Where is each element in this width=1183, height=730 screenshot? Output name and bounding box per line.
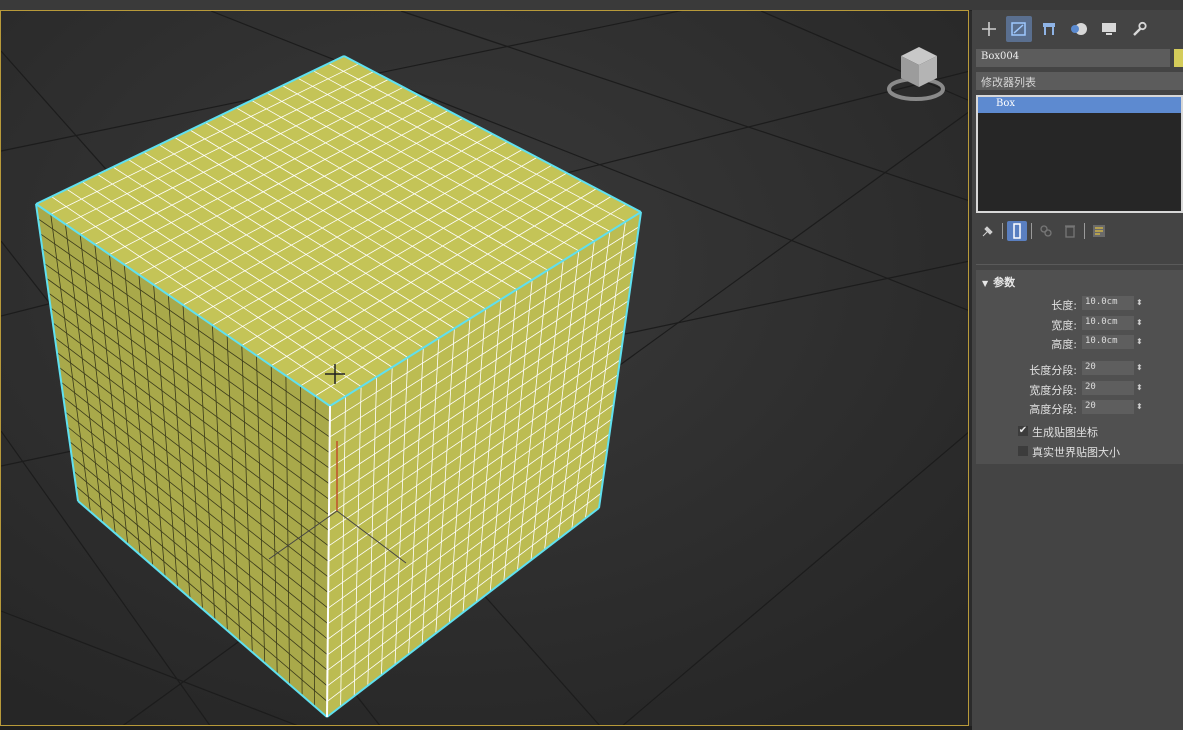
height-segs-label: 高度分段: <box>1029 403 1077 416</box>
checkbox-checked-icon: ✔ <box>1018 425 1028 436</box>
checkbox-unchecked-icon <box>1018 446 1028 456</box>
panel-divider <box>976 264 1183 265</box>
length-label: 长度: <box>1051 299 1077 312</box>
configure-sets-icon <box>1093 225 1105 237</box>
toolbar-separator <box>1031 223 1032 239</box>
motion-icon <box>1071 23 1087 35</box>
pin-stack-button[interactable] <box>978 221 998 241</box>
show-end-result-button[interactable] <box>1007 221 1027 241</box>
height-input[interactable]: 10.0cm <box>1082 335 1134 349</box>
motion-tab[interactable] <box>1066 16 1092 42</box>
modifier-list-dropdown[interactable]: 修改器列表 <box>976 72 1183 90</box>
stack-item-box[interactable]: Box <box>978 97 1181 113</box>
perspective-viewport[interactable] <box>0 10 969 726</box>
make-unique-icon <box>1040 225 1052 237</box>
show-end-result-icon <box>1013 223 1021 239</box>
length-segs-label: 长度分段: <box>1029 364 1077 377</box>
viewport-canvas[interactable] <box>1 11 969 726</box>
parameters-header[interactable]: ▼ 参数 <box>982 274 1015 290</box>
length-segs-input[interactable]: 20 <box>1082 361 1134 375</box>
hierarchy-tab[interactable] <box>1036 16 1062 42</box>
real-world-label: 真实世界贴图大小 <box>1032 446 1120 459</box>
pin-stack-icon <box>982 226 993 237</box>
modify-icon <box>1011 22 1026 36</box>
create-tab[interactable] <box>976 16 1002 42</box>
length-segs-spinner-icon[interactable]: ⬍ <box>1136 361 1144 375</box>
object-name-field[interactable]: Box004 <box>976 49 1170 67</box>
height-segs-spinner-icon[interactable]: ⬍ <box>1136 400 1144 414</box>
command-panel: Box004 修改器列表 Box ▼ 参数 长度: 10.0cm ⬍ 宽度: 1… <box>972 10 1183 730</box>
width-row: 宽度: 10.0cm ⬍ <box>976 316 1183 332</box>
height-segs-input[interactable]: 20 <box>1082 400 1134 414</box>
utilities-wrench-icon <box>1133 21 1147 36</box>
parameters-rollout: ▼ 参数 长度: 10.0cm ⬍ 宽度: 10.0cm ⬍ 高度: 10.0cm… <box>976 270 1183 464</box>
command-panel-tabs <box>976 16 1152 44</box>
rollout-collapse-icon: ▼ <box>982 279 989 288</box>
length-segs-row: 长度分段: 20 ⬍ <box>976 361 1183 377</box>
bottom-status-strip <box>0 726 972 730</box>
width-segs-input[interactable]: 20 <box>1082 381 1134 395</box>
length-input[interactable]: 10.0cm <box>1082 296 1134 310</box>
width-spinner-icon[interactable]: ⬍ <box>1136 316 1144 330</box>
stack-toolbar <box>978 220 1109 242</box>
remove-modifier-icon <box>1065 225 1075 238</box>
toolbar-separator <box>1002 223 1003 239</box>
display-icon <box>1102 23 1116 35</box>
configure-sets-button[interactable] <box>1089 221 1109 241</box>
width-segs-row: 宽度分段: 20 ⬍ <box>976 381 1183 397</box>
width-label: 宽度: <box>1051 319 1077 332</box>
toolbar-separator <box>1084 223 1085 239</box>
modifier-stack[interactable]: Box <box>976 95 1183 213</box>
height-row: 高度: 10.0cm ⬍ <box>976 335 1183 351</box>
display-tab[interactable] <box>1096 16 1122 42</box>
hierarchy-icon <box>1043 23 1055 35</box>
object-color-swatch[interactable] <box>1174 49 1183 67</box>
gen-mapping-label: 生成贴图坐标 <box>1032 426 1098 439</box>
width-input[interactable]: 10.0cm <box>1082 316 1134 330</box>
length-row: 长度: 10.0cm ⬍ <box>976 296 1183 312</box>
modify-tab[interactable] <box>1006 16 1032 42</box>
height-segs-row: 高度分段: 20 ⬍ <box>976 400 1183 416</box>
height-spinner-icon[interactable]: ⬍ <box>1136 335 1144 349</box>
length-spinner-icon[interactable]: ⬍ <box>1136 296 1144 310</box>
create-plus-icon <box>982 22 996 36</box>
width-segs-spinner-icon[interactable]: ⬍ <box>1136 381 1144 395</box>
make-unique-button[interactable] <box>1036 221 1056 241</box>
parameters-title: 参数 <box>993 276 1016 289</box>
remove-modifier-button[interactable] <box>1060 221 1080 241</box>
height-label: 高度: <box>1051 338 1077 351</box>
width-segs-label: 宽度分段: <box>1029 384 1077 397</box>
utilities-tab[interactable] <box>1126 16 1152 42</box>
